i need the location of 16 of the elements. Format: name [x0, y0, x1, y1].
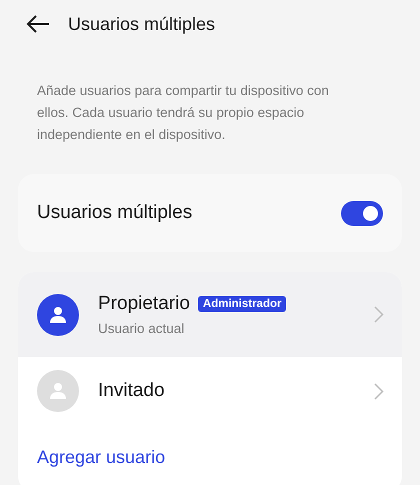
add-user-link[interactable]: Agregar usuario — [18, 425, 402, 485]
user-subtitle: Usuario actual — [98, 321, 186, 336]
back-button[interactable] — [26, 14, 50, 34]
user-name: Propietario — [98, 293, 190, 315]
page-title: Usuarios múltiples — [68, 14, 216, 34]
role-badge: Administrador — [198, 296, 286, 312]
toggle-label: Usuarios múltiples — [37, 202, 192, 224]
chevron-icon — [374, 382, 384, 400]
description-text: Añade usuarios para compartir tu dispositivo con ellos. Cada usuario tendrá su propio espacio independiente en el dispositivo. — [37, 82, 330, 144]
person-icon — [49, 306, 67, 324]
person-icon — [49, 382, 67, 400]
toggle-switch[interactable] — [341, 200, 383, 226]
chevron-icon — [374, 306, 384, 323]
user-name: Invitado — [98, 380, 165, 402]
user-row[interactable]: Propietario Administrador Usuario actual — [18, 272, 402, 357]
back-arrow-icon — [26, 14, 50, 34]
